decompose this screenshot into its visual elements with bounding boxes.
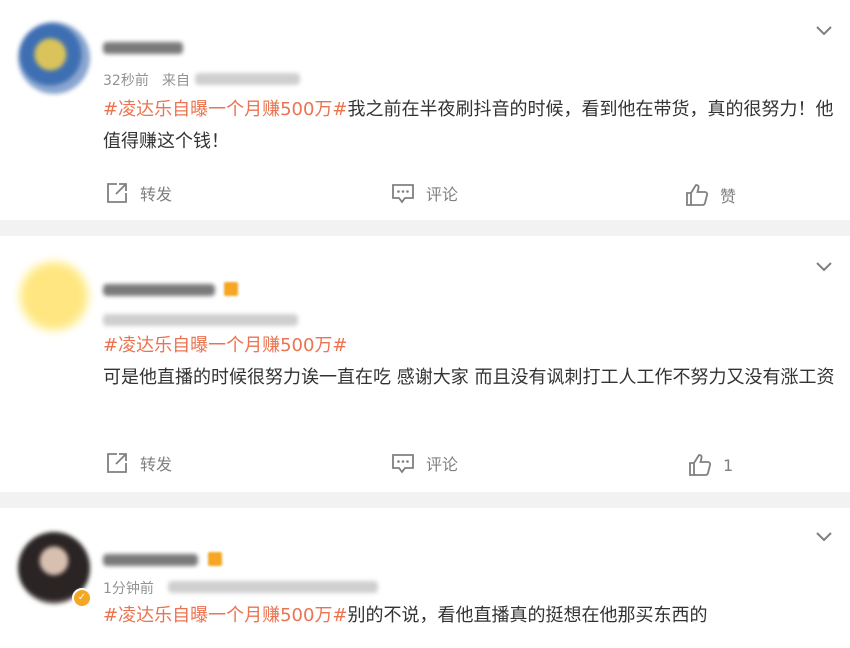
comment-card: ✓ 1分钟前 #凌达乐自曝一个月赚500万#别的不说，看他直播真的挺想在他那买东… xyxy=(0,508,850,648)
comment-content: #凌达乐自曝一个月赚500万# 可是他直播的时候很努力诶一直在吃 感谢大家 而且… xyxy=(103,330,835,394)
repost-icon xyxy=(107,183,127,203)
more-options-button[interactable] xyxy=(812,254,836,278)
comment-button[interactable]: 评论 xyxy=(390,450,458,476)
comment-text: 可是他直播的时候很努力诶一直在吃 感谢大家 而且没有讽刺打工人工作不努力又没有涨… xyxy=(103,367,835,388)
more-options-button[interactable] xyxy=(812,524,836,548)
comment-label: 评论 xyxy=(426,455,459,474)
like-button[interactable]: 1 xyxy=(687,452,733,478)
verified-badge-icon: ✓ xyxy=(72,588,92,608)
comment-time: 32秒前 xyxy=(103,73,149,89)
repost-label: 转发 xyxy=(140,185,173,204)
more-options-button[interactable] xyxy=(812,18,836,42)
comment-icon xyxy=(392,454,414,474)
avatar[interactable] xyxy=(18,22,90,94)
username-blurred[interactable] xyxy=(103,42,183,54)
chevron-down-icon xyxy=(816,262,832,272)
chevron-down-icon xyxy=(816,532,832,542)
thumbs-up-icon xyxy=(689,454,712,476)
username-blurred[interactable] xyxy=(103,554,198,566)
like-button[interactable]: 赞 xyxy=(684,182,736,208)
username-blurred[interactable] xyxy=(103,284,215,296)
comment-icon xyxy=(392,184,414,204)
like-label: 赞 xyxy=(720,187,737,206)
source-prefix: 来自 xyxy=(162,73,190,89)
source-blurred xyxy=(195,73,300,85)
like-count: 1 xyxy=(723,455,734,475)
repost-button[interactable]: 转发 xyxy=(104,180,172,206)
hashtag-link[interactable]: #凌达乐自曝一个月赚500万# xyxy=(103,330,835,362)
chevron-down-icon xyxy=(816,26,832,36)
meta-blurred xyxy=(168,581,378,593)
comment-feed: 32秒前 来自 #凌达乐自曝一个月赚500万#我之前在半夜刷抖音的时候，看到他在… xyxy=(0,0,850,648)
comment-label: 评论 xyxy=(426,185,459,204)
comment-button[interactable]: 评论 xyxy=(390,180,458,206)
meta-blurred xyxy=(103,314,298,326)
comment-content: #凌达乐自曝一个月赚500万#我之前在半夜刷抖音的时候，看到他在带货，真的很努力… xyxy=(103,94,835,158)
thumbs-up-icon xyxy=(686,184,709,206)
hashtag-link[interactable]: #凌达乐自曝一个月赚500万# xyxy=(103,605,348,626)
repost-label: 转发 xyxy=(140,455,173,474)
avatar[interactable] xyxy=(18,260,90,332)
comment-card: 32秒前 来自 #凌达乐自曝一个月赚500万#我之前在半夜刷抖音的时候，看到他在… xyxy=(0,0,850,220)
comment-text: 别的不说，看他直播真的挺想在他那买东西的 xyxy=(347,605,708,626)
comment-card: #凌达乐自曝一个月赚500万# 可是他直播的时候很努力诶一直在吃 感谢大家 而且… xyxy=(0,236,850,492)
repost-icon xyxy=(107,453,127,473)
comment-time: 1分钟前 xyxy=(103,581,154,597)
member-badge-icon xyxy=(224,282,238,296)
hashtag-link[interactable]: #凌达乐自曝一个月赚500万# xyxy=(103,99,348,120)
comment-content: #凌达乐自曝一个月赚500万#别的不说，看他直播真的挺想在他那买东西的 xyxy=(103,600,835,632)
member-badge-icon xyxy=(208,552,222,566)
repost-button[interactable]: 转发 xyxy=(104,450,172,476)
